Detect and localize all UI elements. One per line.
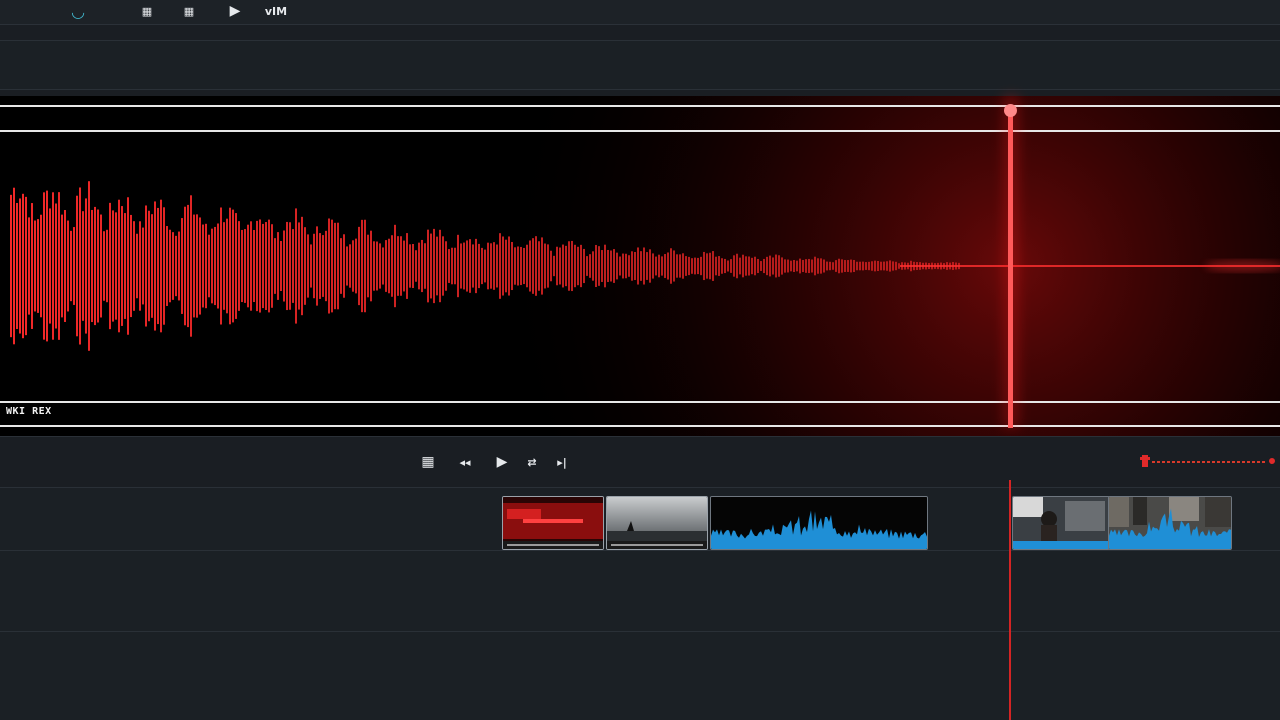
mixer-button[interactable]: vIM bbox=[258, 0, 294, 22]
waveform-viewer[interactable]: WKI REX bbox=[0, 96, 1280, 436]
viewer-bottom-border bbox=[0, 425, 1280, 427]
play-icon[interactable]: ▶ bbox=[224, 0, 246, 22]
ruler-line bbox=[0, 401, 1280, 403]
clip-thumbnail bbox=[503, 497, 603, 549]
ruler-line bbox=[0, 130, 1280, 132]
play-icon[interactable]: ▶ bbox=[492, 453, 512, 471]
timeline-clip-audio[interactable] bbox=[710, 496, 928, 550]
track-label: WKI REX bbox=[6, 406, 52, 417]
grid-icon[interactable]: ▦ bbox=[418, 453, 438, 471]
waveform-canvas bbox=[0, 96, 1280, 436]
timeline-clip-red[interactable] bbox=[502, 496, 604, 550]
track-header-strip bbox=[0, 40, 1280, 90]
loop-icon[interactable]: ⇄ bbox=[522, 453, 542, 471]
overview-meter[interactable] bbox=[1138, 451, 1280, 471]
timeline-playhead[interactable] bbox=[1009, 480, 1011, 720]
playhead[interactable] bbox=[1008, 106, 1013, 428]
grid-tool-icon[interactable]: ▦ bbox=[136, 0, 158, 22]
clip-waveform bbox=[1109, 497, 1231, 549]
skip-end-icon[interactable]: ▸| bbox=[552, 453, 572, 471]
transport-bar: ▦ ◂◂ ▶ ⇄ ▸| bbox=[0, 436, 1280, 488]
grid-tool-icon[interactable]: ▦ bbox=[178, 0, 200, 22]
timeline-lane-empty bbox=[0, 632, 1280, 720]
timeline-clip-scene[interactable] bbox=[1012, 496, 1110, 550]
viewer-top-border bbox=[0, 105, 1280, 107]
timeline-lane-audio bbox=[0, 551, 1280, 632]
top-toolbar: ◡ ▦ ▦ ▶ vIM bbox=[0, 0, 1280, 25]
loop-icon[interactable]: ◡ bbox=[66, 0, 90, 22]
timeline-clip-landscape[interactable] bbox=[606, 496, 708, 550]
playhead-handle[interactable] bbox=[1004, 104, 1017, 117]
timeline-clip-audio-2[interactable] bbox=[1108, 496, 1232, 550]
clip-waveform bbox=[711, 497, 927, 549]
clip-thumbnail bbox=[1013, 497, 1109, 549]
rewind-icon[interactable]: ◂◂ bbox=[452, 453, 478, 471]
clip-thumbnail bbox=[607, 497, 707, 549]
